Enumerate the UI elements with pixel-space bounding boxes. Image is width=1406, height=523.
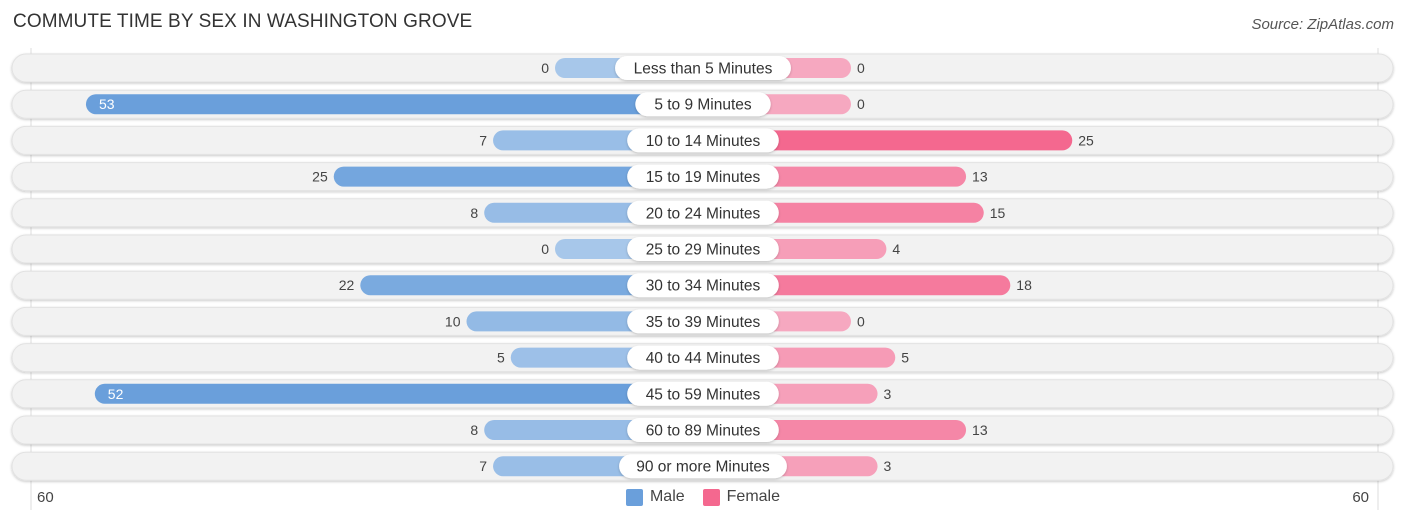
category-label: Less than 5 Minutes [634,61,773,78]
male-value-label: 53 [99,96,115,112]
female-value-label: 5 [901,350,909,366]
chart-row: 10 to 14 Minutes 7 25 [11,125,1394,155]
male-value-label: 52 [108,386,124,402]
female-value-label: 0 [857,60,865,76]
legend: Male Female [0,488,1406,506]
legend-swatch-female [702,488,720,506]
chart-row: 20 to 24 Minutes 8 15 [11,198,1394,228]
male-value-label: 5 [497,350,505,366]
category-label: 25 to 29 Minutes [646,242,761,259]
category-label: 15 to 19 Minutes [646,169,761,186]
female-value-label: 13 [972,169,988,185]
female-value-label: 3 [884,386,892,402]
chart-row: Less than 5 Minutes 0 0 [11,53,1394,83]
category-label: 20 to 24 Minutes [646,205,761,222]
male-value-label: 8 [470,422,478,438]
male-value-label: 7 [479,132,487,148]
female-value-label: 15 [990,205,1006,221]
female-value-label: 0 [857,313,865,329]
female-value-label: 25 [1078,132,1094,148]
category-label: 90 or more Minutes [636,459,770,476]
male-value-label: 0 [541,241,549,257]
category-label: 45 to 59 Minutes [646,386,761,403]
male-value-label: 10 [445,313,461,329]
chart-row: 40 to 44 Minutes 5 5 [11,343,1394,373]
chart-row: 5 to 9 Minutes 53 0 [11,89,1394,119]
female-value-label: 0 [857,96,865,112]
male-bar [94,383,704,404]
category-label: 35 to 39 Minutes [646,314,761,331]
female-value-label: 4 [892,241,900,257]
chart-row: 30 to 34 Minutes 22 18 [11,270,1394,300]
male-value-label: 25 [312,169,328,185]
female-value-label: 3 [884,458,892,474]
chart-row: 25 to 29 Minutes 0 4 [11,234,1394,264]
category-label: 40 to 44 Minutes [646,350,761,367]
legend-item-male[interactable]: Male [625,488,685,506]
legend-label-female: Female [726,488,781,505]
chart-row: 15 to 19 Minutes 25 13 [11,162,1394,192]
chart-row: 60 to 89 Minutes 8 13 [11,415,1394,445]
legend-item-female[interactable]: Female [702,488,781,506]
legend-swatch-male [625,488,643,506]
category-label: 30 to 34 Minutes [646,278,761,295]
male-bar [85,94,703,115]
male-value-label: 8 [470,205,478,221]
category-label: 10 to 14 Minutes [646,133,761,150]
female-value-label: 18 [1016,277,1032,293]
category-label: 60 to 89 Minutes [646,423,761,440]
category-label: 5 to 9 Minutes [654,97,752,114]
chart-row: 45 to 59 Minutes 52 3 [11,379,1394,409]
legend-label-male: Male [649,488,685,505]
chart-row: 90 or more Minutes 7 3 [11,451,1394,481]
chart-svg: Less than 5 Minutes0 05 to 9 Minutes53 010… [11,48,1394,510]
chart-row: 35 to 39 Minutes 10 0 [11,306,1394,336]
male-value-label: 7 [479,458,487,474]
male-value-label: 0 [541,60,549,76]
female-value-label: 13 [972,422,988,438]
male-value-label: 22 [339,277,355,293]
